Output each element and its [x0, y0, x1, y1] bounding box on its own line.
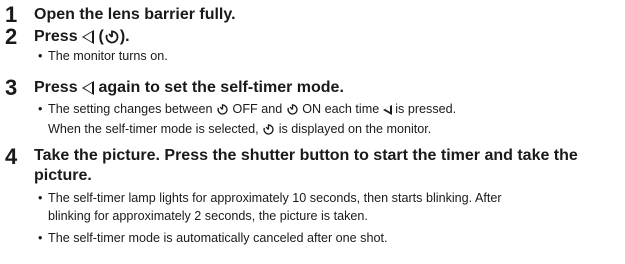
- bullet-text: OFF and: [232, 102, 283, 116]
- self-timer-icon: [105, 30, 119, 44]
- bullet-dot: •: [38, 191, 43, 205]
- self-timer-icon: [217, 104, 228, 115]
- bullet-text: The setting changes between: [48, 102, 213, 116]
- left-triangle-icon: [382, 104, 392, 115]
- left-triangle-icon: [82, 80, 95, 95]
- bullet-text: When the self-timer mode is selected,: [48, 122, 259, 136]
- step-title: Press again to set the self-timer mode.: [34, 78, 344, 98]
- step-title-part: again to set the self-timer mode.: [98, 79, 344, 96]
- bullet-text: The self-timer mode is automatically can…: [48, 231, 388, 245]
- step-title-part: Press: [34, 28, 78, 45]
- step-title-part: ).: [119, 28, 130, 45]
- bullet-text: is pressed.: [395, 102, 457, 116]
- step-number: 3: [5, 75, 18, 100]
- self-timer-icon: [263, 124, 274, 135]
- step-title: Press ().: [34, 27, 130, 47]
- bullet-item: • The setting changes between OFF and ON …: [38, 100, 456, 120]
- step-number: 4: [5, 144, 18, 169]
- bullet-text: The monitor turns on.: [48, 49, 168, 63]
- bullet-text: blinking for approximately 2 seconds, th…: [48, 209, 368, 223]
- bullet-dot: •: [38, 49, 43, 63]
- step-title: Take the picture. Press the shutter butt…: [34, 147, 578, 184]
- bullet-text: is displayed on the monitor.: [278, 122, 432, 136]
- bullet-dot: •: [38, 231, 43, 245]
- step-title: Open the lens barrier fully.: [34, 6, 236, 23]
- left-triangle-icon: [82, 29, 95, 44]
- bullet-item: • The monitor turns on.: [38, 47, 168, 67]
- step-number: 2: [5, 24, 18, 49]
- bullet-text: ON each time: [302, 102, 380, 116]
- self-timer-icon: [287, 104, 298, 115]
- bullet-continuation: blinking for approximately 2 seconds, th…: [38, 207, 368, 227]
- step-title-part: Press: [34, 79, 78, 96]
- bullet-dot: •: [38, 102, 43, 116]
- bullet-item: • The self-timer mode is automatically ca…: [38, 229, 388, 249]
- bullet-continuation: When the self-timer mode is selected, is…: [38, 120, 431, 140]
- step-number: 1: [5, 2, 18, 27]
- bullet-text: The self-timer lamp lights for approxima…: [48, 191, 502, 205]
- bullet-item: • The self-timer lamp lights for approxim…: [38, 189, 502, 209]
